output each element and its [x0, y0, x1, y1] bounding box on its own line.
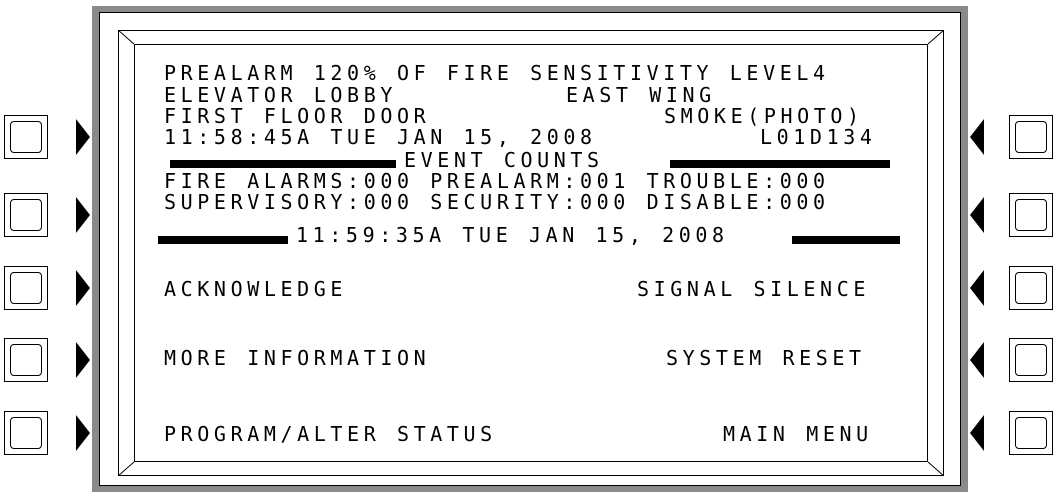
key-face — [10, 417, 42, 449]
status-line-1: PREALARM 120% OF FIRE SENSITIVITY LEVEL4 — [164, 61, 830, 85]
left-arrow-icon — [970, 415, 984, 451]
left-soft-key-4[interactable] — [4, 338, 48, 382]
left-arrow-icon — [970, 119, 984, 155]
key-face — [1015, 121, 1047, 153]
status-description: FIRST FLOOR DOOR — [164, 104, 431, 128]
counts-row-2: SUPERVISORY:000 SECURITY:000 DISABLE:000 — [164, 190, 830, 214]
menu-acknowledge[interactable]: ACKNOWLEDGE — [164, 279, 347, 299]
clock-bar-right — [792, 236, 900, 244]
left-arrow-icon — [970, 197, 984, 233]
event-counts-header: EVENT COUNTS — [404, 148, 604, 172]
right-soft-key-3[interactable] — [1009, 266, 1053, 310]
status-address: L01D134 — [760, 125, 877, 149]
right-arrow-icon — [76, 119, 90, 155]
status-device-type: SMOKE(PHOTO) — [664, 104, 864, 128]
key-face — [1015, 199, 1047, 231]
key-face — [1015, 272, 1047, 304]
right-soft-key-1[interactable] — [1009, 115, 1053, 159]
menu-system-reset[interactable]: SYSTEM RESET — [666, 348, 866, 368]
header-bar-right — [670, 160, 890, 168]
right-arrow-icon — [76, 342, 90, 378]
counts-row-1: FIRE ALARMS:000 PREALARM:001 TROUBLE:000 — [164, 169, 830, 193]
left-soft-key-5[interactable] — [4, 411, 48, 455]
right-soft-key-5[interactable] — [1009, 411, 1053, 455]
right-soft-key-2[interactable] — [1009, 193, 1053, 237]
header-bar-left — [170, 160, 396, 168]
key-face — [1015, 417, 1047, 449]
key-face — [10, 121, 42, 153]
menu-main-menu[interactable]: MAIN MENU — [723, 424, 873, 444]
right-arrow-icon — [76, 270, 90, 306]
left-soft-key-1[interactable] — [4, 115, 48, 159]
status-location: ELEVATOR LOBBY — [164, 83, 397, 107]
right-arrow-icon — [76, 415, 90, 451]
left-arrow-icon — [970, 342, 984, 378]
key-face — [10, 199, 42, 231]
key-face — [1015, 344, 1047, 376]
key-face — [10, 344, 42, 376]
key-face — [10, 272, 42, 304]
right-soft-key-4[interactable] — [1009, 338, 1053, 382]
clock-bar-left — [158, 236, 288, 244]
left-soft-key-2[interactable] — [4, 193, 48, 237]
left-arrow-icon — [970, 270, 984, 306]
menu-signal-silence[interactable]: SIGNAL SILENCE — [637, 279, 870, 299]
status-event-time: 11:58:45A TUE JAN 15, 2008 — [164, 125, 597, 149]
right-arrow-icon — [76, 197, 90, 233]
menu-more-information[interactable]: MORE INFORMATION — [164, 348, 430, 368]
status-zone: EAST WING — [566, 83, 716, 107]
left-soft-key-3[interactable] — [4, 266, 48, 310]
system-clock: 11:59:35A TUE JAN 15, 2008 — [296, 223, 729, 247]
menu-program-alter-status[interactable]: PROGRAM/ALTER STATUS — [164, 424, 497, 444]
